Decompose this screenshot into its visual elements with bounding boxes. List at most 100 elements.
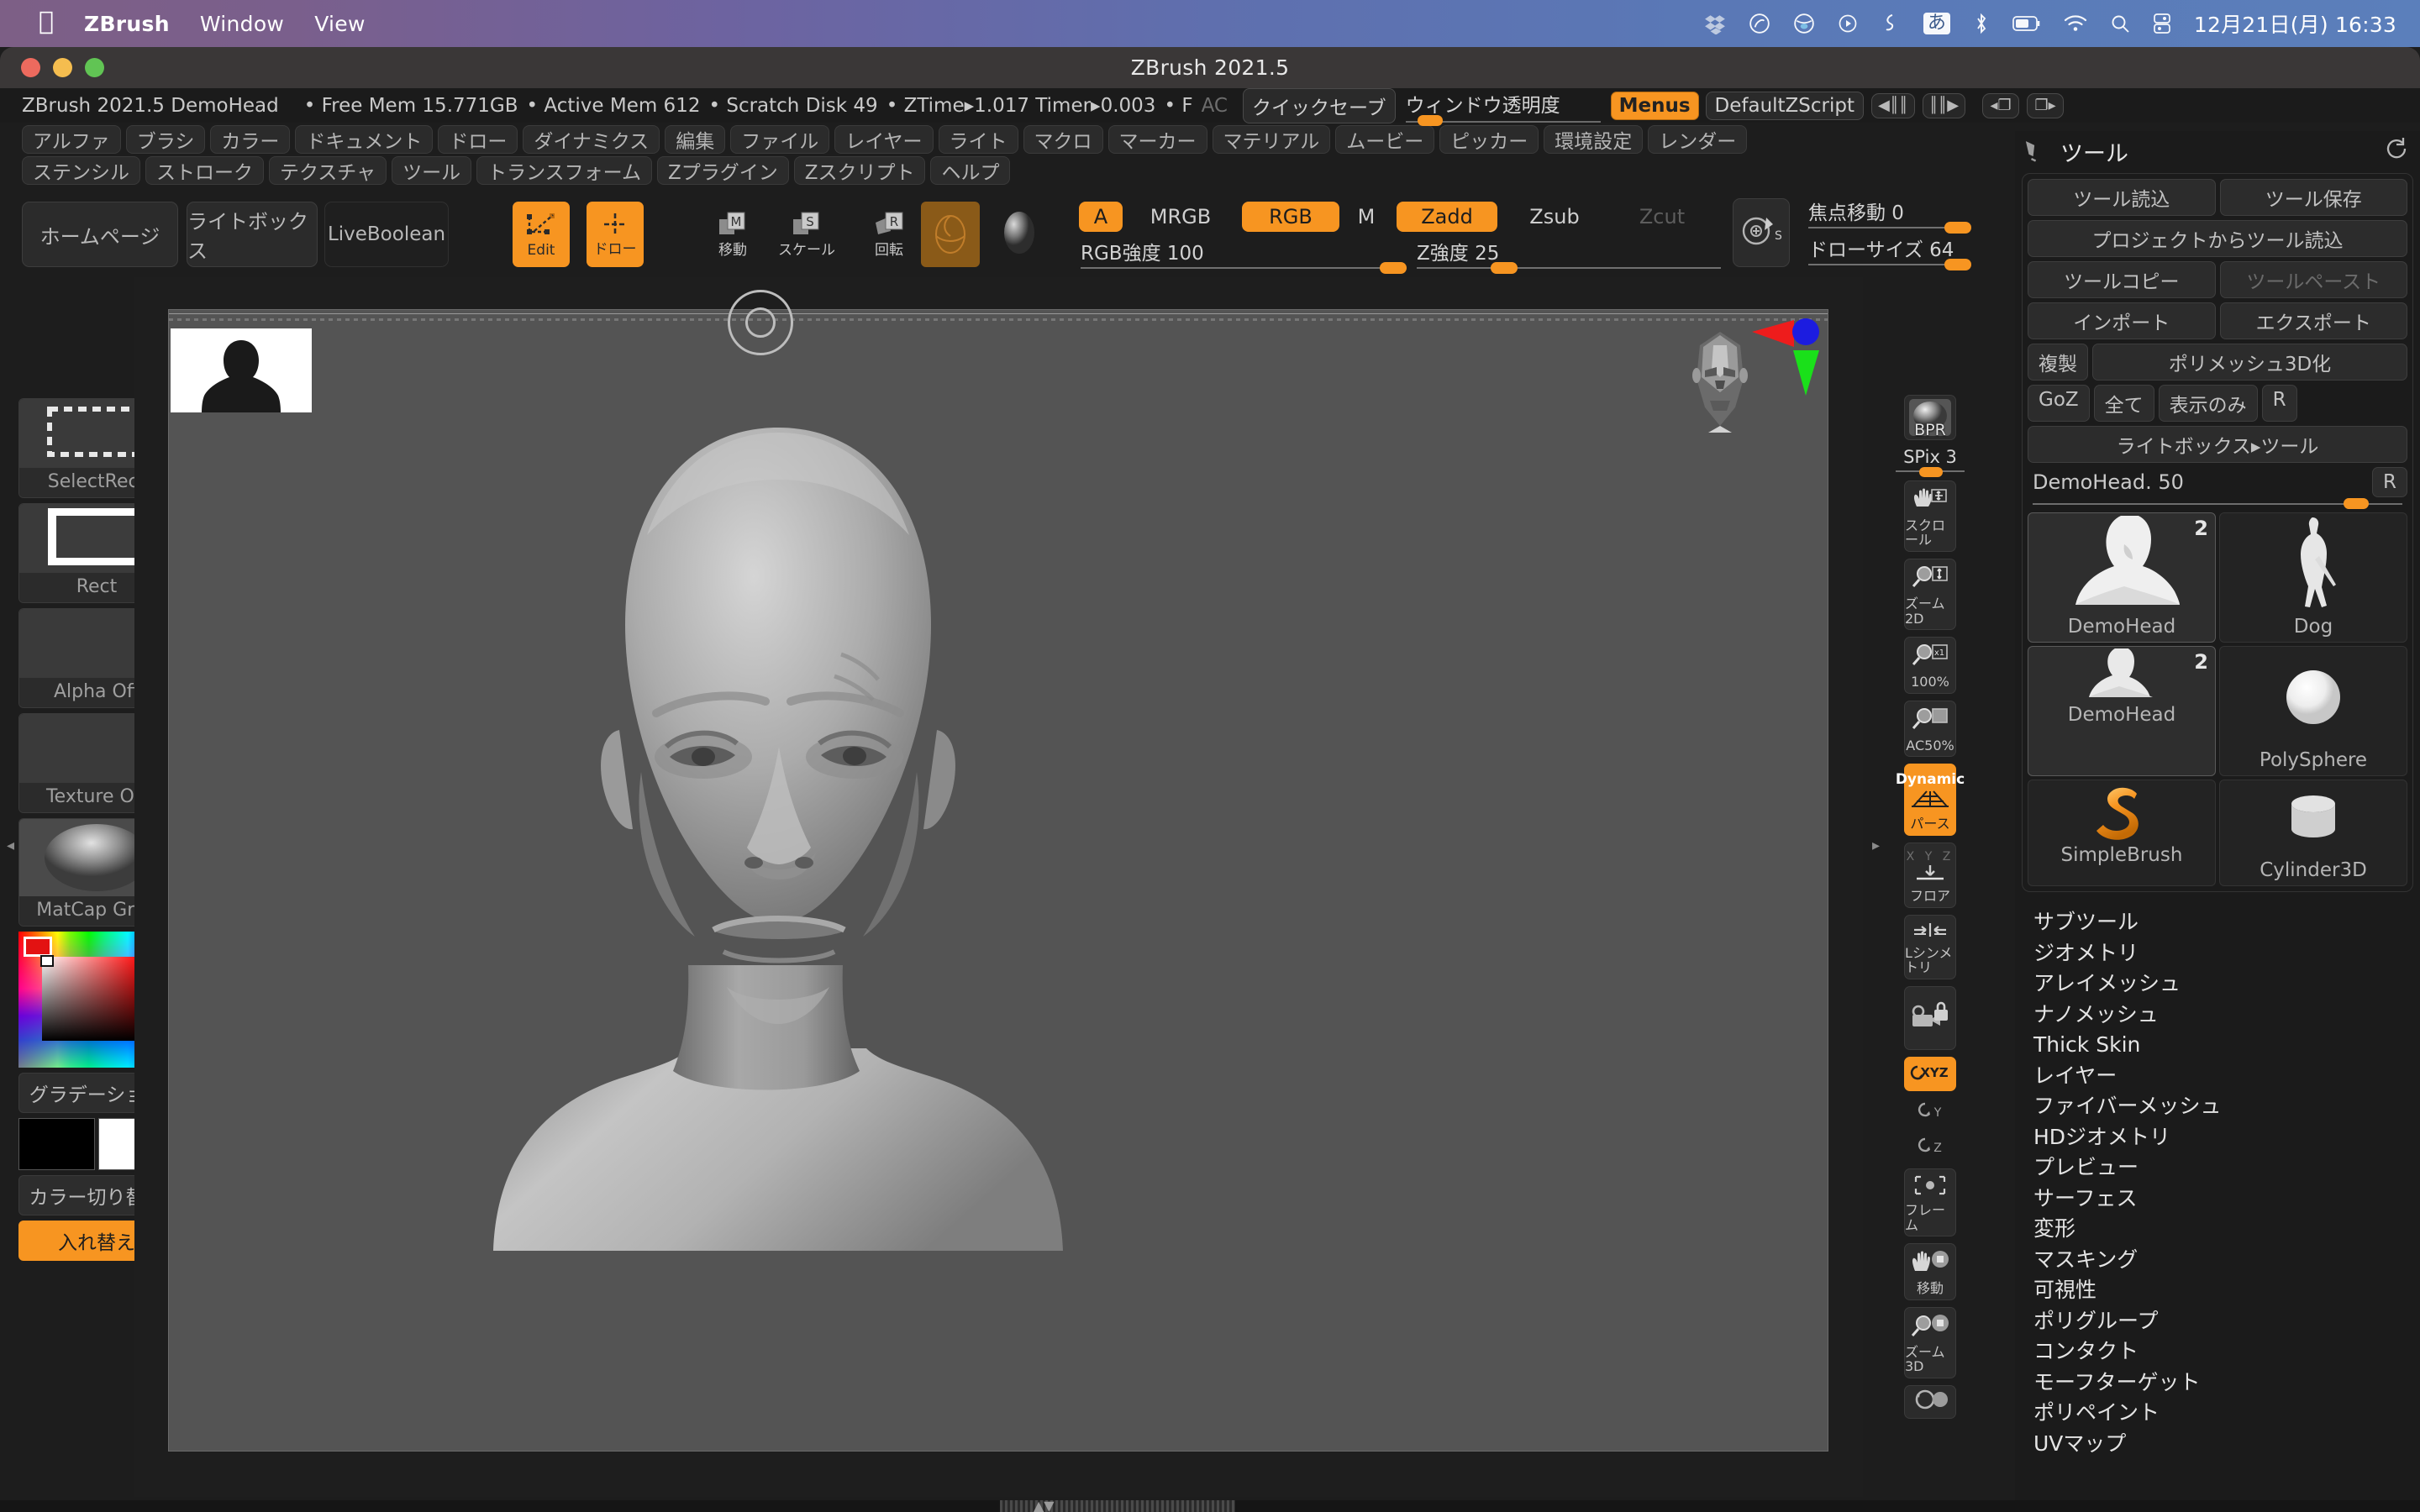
rgb-intensity-slider[interactable]: RGB強度 100 — [1081, 237, 1407, 274]
tool-tile-simplebrush[interactable]: SimpleBrush — [2028, 780, 2216, 886]
menu-edit[interactable]: 編集 — [665, 125, 726, 154]
apple-logo-icon[interactable]:  — [39, 9, 54, 34]
subpalette-subtool[interactable]: サブツール — [2033, 907, 2420, 938]
left-collapse-arrow-icon[interactable]: ◂ — [7, 837, 14, 854]
half-size-button[interactable]: AC50% — [1904, 700, 1956, 758]
subpalette-masking[interactable]: マスキング — [2033, 1245, 2420, 1276]
subpalette-morph-target[interactable]: モーフターゲット — [2033, 1368, 2420, 1399]
menu-file[interactable]: ファイル — [730, 125, 830, 154]
tool-tile-demohead[interactable]: 2 DemoHead — [2028, 512, 2216, 643]
input-source-japanese-icon[interactable]: あ — [1923, 12, 1950, 35]
document-canvas[interactable] — [168, 290, 1828, 1452]
bluetooth-icon[interactable] — [1973, 13, 1990, 34]
paste-tool-button[interactable]: ツールペースト — [2219, 261, 2407, 298]
alpha-toggle-a[interactable]: A — [1079, 202, 1123, 232]
spix-knob[interactable] — [1919, 466, 1943, 477]
draw-mode-button[interactable]: ドロー — [587, 202, 644, 267]
lock-camera-button[interactable] — [1904, 985, 1956, 1050]
menu-color[interactable]: カラー — [210, 125, 291, 154]
goz-r-button[interactable]: R — [2261, 385, 2297, 422]
scroll-button[interactable]: スクロール — [1904, 480, 1956, 553]
goz-all-button[interactable]: 全て — [2093, 385, 2154, 422]
scroll-left-icon[interactable]: ◀║║ — [1871, 92, 1915, 118]
focal-shift-knob[interactable] — [1944, 222, 1971, 234]
subpalette-surface[interactable]: サーフェス — [2033, 1184, 2420, 1215]
menu-light[interactable]: ライト — [938, 125, 1018, 154]
macos-menu-view[interactable]: View — [314, 12, 366, 36]
prev-layout-icon[interactable]: ◂❐ — [1982, 92, 2020, 118]
subpalette-uv-map[interactable]: UVマップ — [2033, 1429, 2420, 1460]
zoom3d-button[interactable]: ズーム3D — [1904, 1306, 1956, 1378]
subpalette-polygroups[interactable]: ポリグループ — [2033, 1306, 2420, 1337]
right-collapse-arrow-icon[interactable]: ▸ — [1872, 837, 1880, 854]
perspective-button[interactable]: Dynamic パース — [1896, 764, 1965, 836]
draw-size-slider[interactable]: ドローサイズ 64 — [1808, 234, 1971, 270]
floor-button[interactable]: X Y Z フロア — [1904, 842, 1956, 908]
make-polymesh3d-button[interactable]: ポリメッシュ3D化 — [2092, 344, 2407, 381]
move-mode-button[interactable]: M 移動 — [704, 202, 761, 267]
macos-menu-window[interactable]: Window — [200, 12, 284, 36]
bpr-render-button[interactable]: BPR — [1904, 395, 1956, 440]
subpalette-visibility[interactable]: 可視性 — [2033, 1275, 2420, 1306]
symmetry-button[interactable]: S — [1733, 198, 1790, 267]
next-layout-icon[interactable]: ❐▸ — [2027, 92, 2065, 118]
current-tool-r-button[interactable]: R — [2372, 467, 2407, 497]
subpalette-nanomesh[interactable]: ナノメッシュ — [2033, 1000, 2420, 1031]
subpalette-arraymesh[interactable]: アレイメッシュ — [2033, 969, 2420, 1000]
tool-item-size-knob[interactable] — [2344, 498, 2369, 509]
subpalette-deformation[interactable]: 変形 — [2033, 1214, 2420, 1245]
save-tool-button[interactable]: ツール保存 — [2219, 179, 2407, 216]
menu-brush[interactable]: ブラシ — [125, 125, 206, 154]
rotate-view-button[interactable] — [1904, 1384, 1956, 1419]
lightbox-button[interactable]: ライトボックス — [187, 202, 318, 267]
control-center-icon[interactable] — [2153, 13, 2171, 34]
m-toggle[interactable]: M — [1344, 202, 1388, 232]
liveboolean-button[interactable]: LiveBoolean — [324, 202, 449, 267]
axis-gizmo[interactable] — [1749, 313, 1823, 414]
menu-transform[interactable]: トランスフォーム — [476, 156, 652, 185]
menu-preferences[interactable]: 環境設定 — [1544, 125, 1644, 154]
rgb-toggle[interactable]: RGB — [1242, 202, 1339, 232]
demohead-sculpt[interactable] — [446, 377, 1110, 1276]
play-circle-icon[interactable] — [1838, 13, 1858, 34]
zscript-button[interactable]: DefaultZScript — [1705, 91, 1865, 120]
zadd-toggle[interactable]: Zadd — [1397, 202, 1497, 232]
zoom2d-button[interactable]: ズーム2D — [1904, 559, 1956, 631]
tool-tile-demohead-2[interactable]: 2 DemoHead — [2028, 646, 2216, 776]
export-button[interactable]: エクスポート — [2219, 302, 2407, 339]
subpalette-hd-geometry[interactable]: HDジオメトリ — [2033, 1122, 2420, 1153]
subpalette-thick-skin[interactable]: Thick Skin — [2033, 1030, 2420, 1061]
menu-zplugin[interactable]: Zプラグイン — [656, 156, 789, 185]
search-icon[interactable] — [2110, 13, 2130, 34]
local-symmetry-button[interactable]: Lシンメトリ — [1904, 914, 1956, 979]
scale-mode-button[interactable]: S スケール — [778, 202, 835, 267]
menus-toggle-button[interactable]: Menus — [1610, 91, 1699, 120]
primary-color-swatch[interactable] — [18, 1118, 95, 1170]
rgb-intensity-knob[interactable] — [1380, 262, 1407, 274]
rotate-xyz-button[interactable]: XYZ — [1904, 1056, 1956, 1091]
subpalette-geometry[interactable]: ジオメトリ — [2033, 938, 2420, 969]
menu-help[interactable]: ヘルプ — [930, 156, 1011, 185]
zcut-toggle[interactable]: Zcut — [1612, 202, 1712, 232]
browser-globe-icon[interactable] — [1793, 13, 1815, 34]
subpalette-preview[interactable]: プレビュー — [2033, 1152, 2420, 1184]
menu-material[interactable]: マテリアル — [1212, 125, 1331, 154]
rotate-mode-button[interactable]: R 回転 — [860, 202, 918, 267]
tool-tile-polysphere[interactable]: PolySphere — [2219, 646, 2407, 776]
mrgb-toggle[interactable]: MRGB — [1128, 202, 1234, 232]
menu-stroke[interactable]: ストローク — [145, 156, 264, 185]
menu-render[interactable]: レンダー — [1648, 125, 1748, 154]
load-tool-button[interactable]: ツール読込 — [2028, 179, 2216, 216]
import-button[interactable]: インポート — [2028, 302, 2216, 339]
actual-size-button[interactable]: x1 100% — [1904, 637, 1956, 694]
menu-draw[interactable]: ドロー — [438, 125, 518, 154]
window-opacity-slider[interactable]: ウィンドウ透明度 — [1405, 89, 1601, 126]
tool-item-size-slider[interactable] — [2033, 498, 2402, 509]
material-preview-button[interactable] — [921, 202, 980, 267]
homepage-button[interactable]: ホームページ — [22, 202, 178, 267]
rotate-z-button[interactable]: Z — [1904, 1133, 1956, 1163]
tool-tile-cylinder3d[interactable]: Cylinder3D — [2219, 780, 2407, 886]
zsub-toggle[interactable]: Zsub — [1504, 202, 1605, 232]
macos-menu-zbrush[interactable]: ZBrush — [84, 12, 170, 36]
menu-bar-clock[interactable]: 12月21日(月) 16:33 — [2194, 8, 2396, 39]
